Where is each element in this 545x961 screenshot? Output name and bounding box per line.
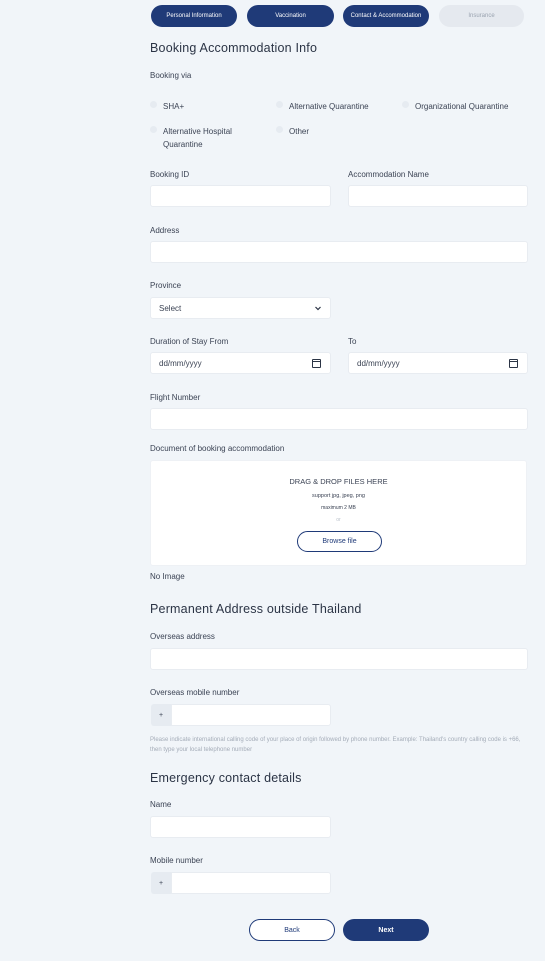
section-title-permanent-address: Permanent Address outside Thailand bbox=[150, 602, 362, 616]
radio-label: SHA+ bbox=[163, 102, 185, 111]
no-image-text: No Image bbox=[150, 572, 185, 581]
calling-code-prefix: + bbox=[151, 872, 171, 894]
overseas-mobile-label: Overseas mobile number bbox=[150, 688, 240, 697]
calendar-icon[interactable] bbox=[312, 359, 321, 368]
radio-circle-icon bbox=[150, 126, 157, 133]
overseas-address-label: Overseas address bbox=[150, 632, 215, 641]
date-placeholder: dd/mm/yyyy bbox=[357, 358, 400, 368]
duration-to-input[interactable]: dd/mm/yyyy bbox=[348, 352, 528, 374]
file-dropzone[interactable]: DRAG & DROP FILES HERE support jpg, jpeg… bbox=[150, 460, 527, 566]
radio-circle-icon bbox=[276, 101, 283, 108]
address-input[interactable] bbox=[150, 241, 528, 263]
step-contact-accommodation[interactable]: Contact & Accommodation bbox=[343, 5, 429, 27]
radio-label: Alternative Quarantine bbox=[289, 102, 369, 111]
radio-alternative-hospital-quarantine[interactable]: Alternative Hospital Quarantine bbox=[150, 125, 265, 151]
province-select-value: Select bbox=[159, 303, 182, 313]
booking-id-input[interactable] bbox=[150, 185, 331, 207]
overseas-address-input[interactable] bbox=[150, 648, 528, 670]
duration-from-input[interactable]: dd/mm/yyyy bbox=[150, 352, 331, 374]
section-title-emergency-contact: Emergency contact details bbox=[150, 771, 302, 785]
radio-sha-plus[interactable]: SHA+ bbox=[150, 100, 184, 113]
dropzone-title: DRAG & DROP FILES HERE bbox=[289, 477, 388, 486]
back-button[interactable]: Back bbox=[249, 919, 335, 941]
dropzone-maximum: maximum 2 MB bbox=[321, 505, 356, 511]
step-vaccination[interactable]: Vaccination bbox=[247, 5, 334, 27]
step-insurance[interactable]: Insurance bbox=[439, 5, 524, 27]
calling-code-help-text: Please indicate international calling co… bbox=[150, 737, 521, 753]
chevron-down-icon bbox=[314, 304, 322, 314]
calendar-icon[interactable] bbox=[509, 359, 518, 368]
radio-circle-icon bbox=[402, 101, 409, 108]
radio-label: Alternative Hospital Quarantine bbox=[163, 127, 232, 149]
radio-alternative-quarantine[interactable]: Alternative Quarantine bbox=[276, 100, 369, 113]
emergency-mobile-label: Mobile number bbox=[150, 856, 203, 865]
accommodation-name-label: Accommodation Name bbox=[348, 170, 429, 179]
booking-id-label: Booking ID bbox=[150, 170, 190, 179]
duration-to-label: To bbox=[348, 337, 357, 346]
next-button[interactable]: Next bbox=[343, 919, 429, 941]
accommodation-name-input[interactable] bbox=[348, 185, 528, 207]
duration-from-label: Duration of Stay From bbox=[150, 337, 229, 346]
section-title-booking: Booking Accommodation Info bbox=[150, 41, 318, 55]
step-personal-information[interactable]: Personal Information bbox=[151, 5, 237, 27]
province-label: Province bbox=[150, 281, 182, 290]
booking-via-label: Booking via bbox=[150, 71, 192, 80]
radio-label: Organizational Quarantine bbox=[415, 102, 509, 111]
emergency-name-label: Name bbox=[150, 800, 172, 809]
overseas-mobile-input[interactable] bbox=[171, 704, 331, 726]
radio-other[interactable]: Other bbox=[276, 125, 309, 138]
dropzone-or: or bbox=[336, 517, 341, 523]
dropzone-support: support jpg, jpeg, png bbox=[312, 493, 365, 499]
flight-number-label: Flight Number bbox=[150, 393, 201, 402]
emergency-mobile-input[interactable] bbox=[171, 872, 331, 894]
address-label: Address bbox=[150, 226, 180, 235]
radio-circle-icon bbox=[150, 101, 157, 108]
flight-number-input[interactable] bbox=[150, 408, 528, 430]
calling-code-prefix: + bbox=[151, 704, 171, 726]
browse-file-button[interactable]: Browse file bbox=[297, 531, 382, 552]
province-select[interactable]: Select bbox=[150, 297, 331, 319]
emergency-name-input[interactable] bbox=[150, 816, 331, 838]
radio-circle-icon bbox=[276, 126, 283, 133]
date-placeholder: dd/mm/yyyy bbox=[159, 358, 202, 368]
document-label: Document of booking accommodation bbox=[150, 444, 285, 453]
radio-organizational-quarantine[interactable]: Organizational Quarantine bbox=[402, 100, 508, 113]
radio-label: Other bbox=[289, 127, 310, 136]
